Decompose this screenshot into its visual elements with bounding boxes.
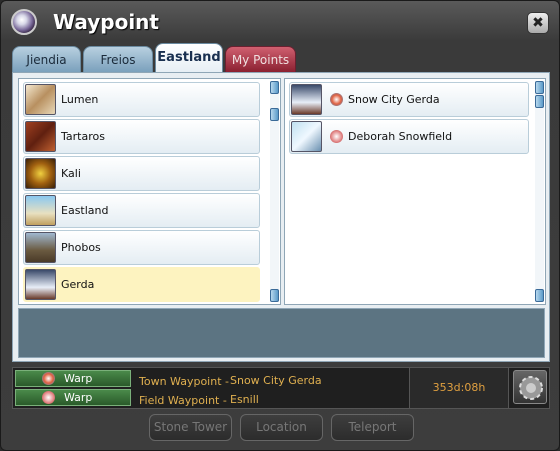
field-waypoint-value: Esnill [230,393,259,406]
waypoint-window: Waypoint ✖ Jiendia Freios Eastland My Po… [0,0,560,451]
town-waypoint-icon [42,372,55,385]
tartaros-thumbnail-icon [25,121,56,152]
list-item-phobos[interactable]: Phobos [23,230,260,265]
warp-label: Warp [64,391,93,404]
gear-icon[interactable] [513,370,547,404]
lumen-thumbnail-icon [25,84,56,115]
gerda-thumbnail-icon [25,269,56,300]
location-button[interactable]: Location [240,414,323,441]
scroll-up-button[interactable] [270,81,279,94]
tab-my-points[interactable]: My Points [225,46,296,73]
waypoint-list-scrollbar[interactable] [535,81,544,302]
tab-eastland[interactable]: Eastland [155,43,223,74]
scroll-down-button[interactable] [270,289,279,302]
region-list: Lumen Tartaros Kali Eastland Phobos Gerd… [18,78,281,305]
bottom-bar: Warp Warp Town Waypoint - Snow City Gerd… [12,367,550,409]
list-item-snow-city-gerda[interactable]: Snow City Gerda [289,82,529,117]
item-label: Phobos [61,241,101,254]
town-waypoint-icon [330,93,343,106]
item-label: Snow City Gerda [348,93,440,106]
list-item-gerda[interactable]: Gerda [23,267,260,302]
field-waypoint-icon [42,391,55,404]
waypoint-logo-icon [11,9,37,35]
description-panel [18,308,545,358]
tab-jiendia[interactable]: Jiendia [12,46,81,73]
gerda-thumbnail-icon [291,84,322,115]
window-title: Waypoint [53,10,159,34]
waypoint-list: Snow City Gerda Deborah Snowfield [284,78,546,305]
time-remaining: 353d:08h [409,368,509,408]
kali-thumbnail-icon [25,158,56,189]
town-waypoint-label: Town Waypoint - [139,375,229,388]
list-item-kali[interactable]: Kali [23,156,260,191]
eastland-thumbnail-icon [25,195,56,226]
content-panel: Lumen Tartaros Kali Eastland Phobos Gerd… [12,72,550,362]
scroll-thumb[interactable] [270,108,279,121]
teleport-button[interactable]: Teleport [331,414,414,441]
list-item-deborah-snowfield[interactable]: Deborah Snowfield [289,119,529,154]
warp-field-button[interactable]: Warp [15,389,131,406]
scroll-thumb[interactable] [535,95,544,108]
scroll-up-button[interactable] [535,81,544,94]
list-item-eastland[interactable]: Eastland [23,193,260,228]
stone-tower-button[interactable]: Stone Tower [149,414,232,441]
list-item-lumen[interactable]: Lumen [23,82,260,117]
field-waypoint-label: Field Waypoint - [139,394,227,407]
snowfield-thumbnail-icon [291,121,322,152]
warp-label: Warp [64,372,93,385]
title-bar[interactable]: Waypoint ✖ [1,1,559,43]
scroll-down-button[interactable] [535,289,544,302]
region-list-scrollbar[interactable] [270,81,279,302]
item-label: Kali [61,167,81,180]
list-item-tartaros[interactable]: Tartaros [23,119,260,154]
warp-town-button[interactable]: Warp [15,370,131,387]
phobos-thumbnail-icon [25,232,56,263]
item-label: Tartaros [61,130,105,143]
item-label: Gerda [61,278,95,291]
tab-freios[interactable]: Freios [83,46,153,73]
item-label: Lumen [61,93,99,106]
close-button[interactable]: ✖ [527,12,549,34]
item-label: Eastland [61,204,109,217]
town-waypoint-value: Snow City Gerda [230,374,322,387]
item-label: Deborah Snowfield [348,130,453,143]
field-waypoint-icon [330,130,343,143]
